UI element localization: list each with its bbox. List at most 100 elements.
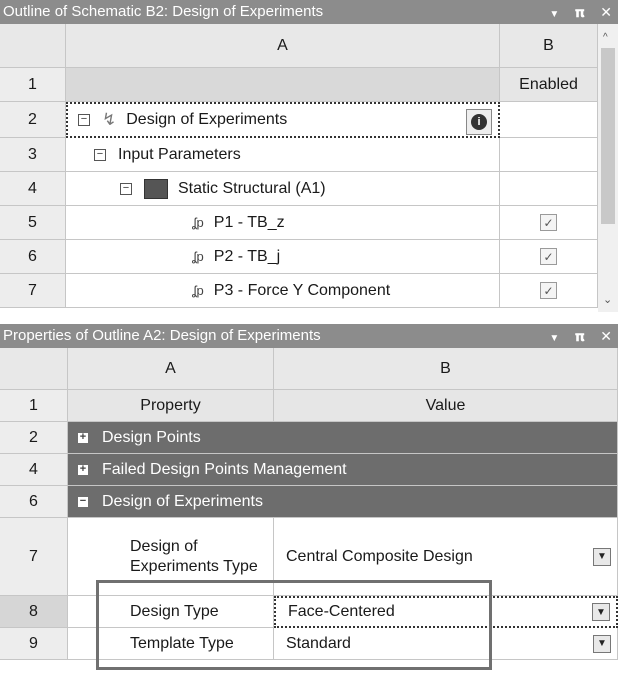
outline-item-label: Design of Experiments xyxy=(126,111,288,128)
property-label: Design of Experiments Type xyxy=(68,518,274,596)
close-icon[interactable]: ✕ xyxy=(600,0,612,24)
row-number: 3 xyxy=(0,138,66,172)
select-value: Standard xyxy=(286,634,351,652)
group-label: Failed Design Points Management xyxy=(102,460,347,478)
parameter-icon: ʆp xyxy=(192,283,204,298)
table-row: 9 Template Type Standard ▼ xyxy=(0,628,618,660)
outline-item-label: Static Structural (A1) xyxy=(178,179,326,197)
collapse-icon[interactable]: − xyxy=(94,148,106,161)
enabled-checkbox[interactable]: ✓ xyxy=(540,282,557,299)
table-row: 7 ʆp P3 - Force Y Component ✓ xyxy=(0,274,598,308)
enabled-cell: ✓ xyxy=(500,240,598,274)
property-label: Template Type xyxy=(68,628,274,660)
property-header: Property xyxy=(68,390,274,422)
table-row: 1 Enabled xyxy=(0,68,598,102)
row-number: 7 xyxy=(0,274,66,308)
cell-empty xyxy=(500,102,598,138)
row-number: 2 xyxy=(0,102,66,138)
outline-item-label: P2 - TB_j xyxy=(213,247,281,265)
properties-header-row: A B xyxy=(0,348,618,390)
outline-item-parameter[interactable]: ʆp P2 - TB_j xyxy=(66,240,500,274)
outline-item-label: Input Parameters xyxy=(118,145,241,163)
design-type-select[interactable]: Face-Centered ▼ xyxy=(274,596,618,628)
row-number: 6 xyxy=(0,240,66,274)
column-b-header[interactable]: B xyxy=(500,24,598,68)
chevron-down-icon[interactable]: ▼ xyxy=(592,603,610,621)
column-a-header[interactable]: A xyxy=(68,348,274,390)
table-row: 7 Design of Experiments Type Central Com… xyxy=(0,518,618,596)
outline-item-parameter[interactable]: ʆp P1 - TB_z xyxy=(66,206,500,240)
group-design-points[interactable]: + Design Points xyxy=(68,422,618,454)
cell-empty xyxy=(500,138,598,172)
info-icon[interactable]: i xyxy=(466,109,492,135)
row-number: 4 xyxy=(0,454,68,486)
outline-table: A B 1 Enabled 2 − ↯ Design of Experiment… xyxy=(0,24,598,312)
row-number: 6 xyxy=(0,486,68,518)
properties-titlebar: Properties of Outline A2: Design of Expe… xyxy=(0,324,618,348)
enabled-cell: ✓ xyxy=(500,274,598,308)
table-row: 2 + Design Points xyxy=(0,422,618,454)
table-row: 6 ʆp P2 - TB_j ✓ xyxy=(0,240,598,274)
table-row: 3 − Input Parameters xyxy=(0,138,598,172)
collapse-icon[interactable]: − xyxy=(120,182,132,195)
expand-icon[interactable]: + xyxy=(78,463,88,475)
table-row: 6 − Design of Experiments xyxy=(0,486,618,518)
parameter-icon: ʆp xyxy=(192,215,204,230)
enabled-header: Enabled xyxy=(500,68,598,102)
static-structural-icon xyxy=(144,178,168,199)
value-header: Value xyxy=(274,390,618,422)
table-row: 8 Design Type Face-Centered ▼ xyxy=(0,596,618,628)
row-number: 4 xyxy=(0,172,66,206)
outline-item-parameter[interactable]: ʆp P3 - Force Y Component xyxy=(66,274,500,308)
corner-cell xyxy=(0,24,66,68)
outline-title: Outline of Schematic B2: Design of Exper… xyxy=(3,3,324,20)
cell-empty xyxy=(500,172,598,206)
outline-item-label: P3 - Force Y Component xyxy=(213,281,391,299)
close-icon[interactable]: ✕ xyxy=(600,324,612,348)
enabled-checkbox[interactable]: ✓ xyxy=(540,248,557,265)
pin-icon[interactable]: 𝛑 xyxy=(575,0,584,24)
group-label: Design of Experiments xyxy=(102,492,263,510)
group-design-of-experiments[interactable]: − Design of Experiments xyxy=(68,486,618,518)
lightning-icon: ↯ xyxy=(102,110,117,129)
collapse-icon[interactable]: − xyxy=(78,495,88,507)
chevron-down-icon[interactable]: ▼ xyxy=(593,547,611,566)
row-number: 7 xyxy=(0,518,68,596)
row-number: 1 xyxy=(0,68,66,102)
row-number: 5 xyxy=(0,206,66,240)
row-number: 1 xyxy=(0,390,68,422)
doe-type-select[interactable]: Central Composite Design ▼ xyxy=(274,518,618,596)
chevron-down-icon[interactable]: ▼ xyxy=(593,634,611,653)
table-row: 1 Property Value xyxy=(0,390,618,422)
enabled-cell: ✓ xyxy=(500,206,598,240)
template-type-select[interactable]: Standard ▼ xyxy=(274,628,618,660)
properties-title: Properties of Outline A2: Design of Expe… xyxy=(3,327,321,344)
row-number: 8 xyxy=(0,596,68,628)
column-b-header[interactable]: B xyxy=(274,348,618,390)
outline-item-design-of-experiments[interactable]: − ↯ Design of Experiments i xyxy=(66,102,500,138)
outline-item-input-parameters[interactable]: − Input Parameters xyxy=(66,138,500,172)
table-row: 4 + Failed Design Points Management xyxy=(0,454,618,486)
table-row: 4 − Static Structural (A1) xyxy=(0,172,598,206)
corner-cell xyxy=(0,348,68,390)
scroll-up-icon[interactable]: ^ xyxy=(603,32,608,43)
collapse-icon[interactable]: − xyxy=(78,114,90,126)
row-number: 2 xyxy=(0,422,68,454)
group-label: Design Points xyxy=(102,428,201,446)
scroll-down-icon[interactable]: ⌄ xyxy=(603,293,612,306)
column-a-header[interactable]: A xyxy=(66,24,500,68)
expand-icon[interactable]: + xyxy=(78,431,88,443)
enabled-checkbox[interactable]: ✓ xyxy=(540,214,557,231)
select-value: Central Composite Design xyxy=(286,547,473,565)
pin-icon[interactable]: 𝛑 xyxy=(575,324,584,348)
outline-item-label: P1 - TB_z xyxy=(213,213,285,231)
outline-scrollbar[interactable]: ^ ⌄ xyxy=(598,24,618,312)
scrollbar-thumb[interactable] xyxy=(601,48,615,224)
property-label: Design Type xyxy=(68,596,274,628)
outline-header-row: A B xyxy=(0,24,598,68)
table-row: 2 − ↯ Design of Experiments i xyxy=(0,102,598,138)
outline-item-static-structural[interactable]: − Static Structural (A1) xyxy=(66,172,500,206)
parameter-icon: ʆp xyxy=(192,249,204,264)
cell-empty xyxy=(66,68,500,102)
group-failed-design-points[interactable]: + Failed Design Points Management xyxy=(68,454,618,486)
